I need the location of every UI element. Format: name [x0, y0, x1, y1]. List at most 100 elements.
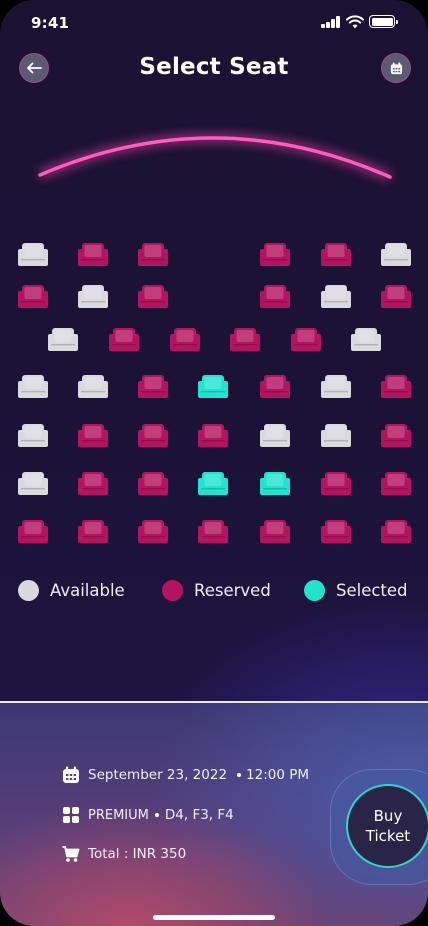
seat-available[interactable] — [260, 424, 290, 448]
total-price: Total : INR 350 — [88, 846, 187, 862]
seat-icon — [321, 243, 351, 266]
calendar-button[interactable] — [381, 53, 411, 83]
seat-icon — [78, 243, 108, 266]
seat-icon — [78, 424, 108, 447]
seat-available[interactable] — [48, 328, 78, 352]
seat-icon — [18, 243, 48, 266]
ticket-label: Ticket — [365, 827, 411, 845]
seat-icon — [381, 285, 411, 308]
cinema-screen — [38, 133, 392, 182]
seat-reserved — [321, 520, 351, 544]
seat-icon — [78, 375, 108, 398]
seat-icon — [198, 375, 228, 398]
cart-icon — [62, 846, 80, 862]
seat-reserved — [198, 520, 228, 544]
seat-available[interactable] — [18, 375, 48, 399]
page-title: Select Seat — [139, 54, 289, 80]
seat-icon — [78, 472, 108, 495]
seat-available[interactable] — [18, 243, 48, 267]
seat-reserved — [291, 328, 321, 352]
seat-icon — [198, 472, 228, 495]
seat-reserved — [381, 375, 411, 399]
seat-selected[interactable] — [198, 375, 228, 399]
seat-reserved — [321, 243, 351, 267]
cellular-signal-icon — [321, 16, 341, 28]
calendar-icon — [63, 766, 79, 783]
seat-icon — [321, 520, 351, 543]
seat-icon — [381, 424, 411, 447]
seat-available[interactable] — [351, 328, 381, 352]
seat-icon — [260, 243, 290, 266]
home-indicator[interactable] — [153, 915, 275, 920]
seat-reserved — [260, 520, 290, 544]
seat-icon — [170, 328, 200, 351]
seat-selection-screen: 9:41 Select Seat Available Reserved Sele… — [0, 0, 428, 926]
booking-date: September 23, 2022 — [88, 767, 228, 783]
legend-available-label: Available — [50, 581, 125, 600]
selected-seats: D4, F3, F4 — [164, 807, 234, 823]
seat-available[interactable] — [381, 243, 411, 267]
seat-icon — [321, 375, 351, 398]
seat-reserved — [78, 243, 108, 267]
booking-summary-panel: September 23, 2022 12:00 PM PREMIUM D4, … — [0, 701, 428, 926]
seat-available[interactable] — [18, 424, 48, 448]
seat-available[interactable] — [78, 375, 108, 399]
seat-reserved — [170, 328, 200, 352]
seat-selected[interactable] — [198, 472, 228, 496]
separator-dot — [154, 813, 159, 817]
seat-icon — [18, 472, 48, 495]
legend-reserved: Reserved — [162, 580, 271, 601]
seat-icon — [63, 807, 79, 823]
seat-icon — [138, 285, 168, 308]
seat-available[interactable] — [321, 375, 351, 399]
seat-available[interactable] — [321, 285, 351, 309]
battery-icon — [369, 15, 398, 28]
seat-reserved — [138, 243, 168, 267]
seat-icon — [138, 472, 168, 495]
seat-icon — [109, 328, 139, 351]
seat-icon — [138, 375, 168, 398]
seat-available[interactable] — [18, 472, 48, 496]
seat-icon — [230, 328, 260, 351]
seat-reserved — [138, 285, 168, 309]
seat-icon — [18, 375, 48, 398]
seat-available[interactable] — [321, 424, 351, 448]
seat-icon — [291, 328, 321, 351]
legend-selected: Selected — [304, 580, 408, 601]
seat-reserved — [321, 472, 351, 496]
seat-icon — [78, 285, 108, 308]
seat-icon — [138, 424, 168, 447]
seat-reserved — [138, 375, 168, 399]
seat-available[interactable] — [78, 285, 108, 309]
seat-icon — [260, 285, 290, 308]
booking-datetime: September 23, 2022 12:00 PM — [62, 766, 309, 784]
seat-class: PREMIUM — [88, 807, 149, 823]
buy-label: Buy — [373, 807, 403, 825]
seat-reserved — [138, 520, 168, 544]
seat-reserved — [260, 243, 290, 267]
seat-reserved — [260, 375, 290, 399]
seat-reserved — [78, 472, 108, 496]
booking-total: Total : INR 350 — [62, 845, 186, 863]
seat-icon — [321, 285, 351, 308]
seat-icon — [198, 520, 228, 543]
legend-selected-label: Selected — [336, 581, 408, 600]
seat-icon — [321, 424, 351, 447]
seat-reserved — [109, 328, 139, 352]
seat-icon — [48, 328, 78, 351]
buy-ticket-button[interactable]: Buy Ticket — [346, 784, 428, 868]
seat-reserved — [381, 520, 411, 544]
seat-icon — [198, 424, 228, 447]
separator-dot — [237, 773, 242, 777]
seat-icon — [260, 375, 290, 398]
status-time: 9:41 — [31, 14, 70, 32]
legend-available: Available — [18, 580, 125, 601]
seat-selected[interactable] — [260, 472, 290, 496]
seat-reserved — [18, 285, 48, 309]
seat-icon — [18, 285, 48, 308]
seat-icon — [381, 472, 411, 495]
seat-icon — [381, 520, 411, 543]
seat-reserved — [138, 424, 168, 448]
selected-dot — [304, 580, 325, 601]
seat-reserved — [198, 424, 228, 448]
